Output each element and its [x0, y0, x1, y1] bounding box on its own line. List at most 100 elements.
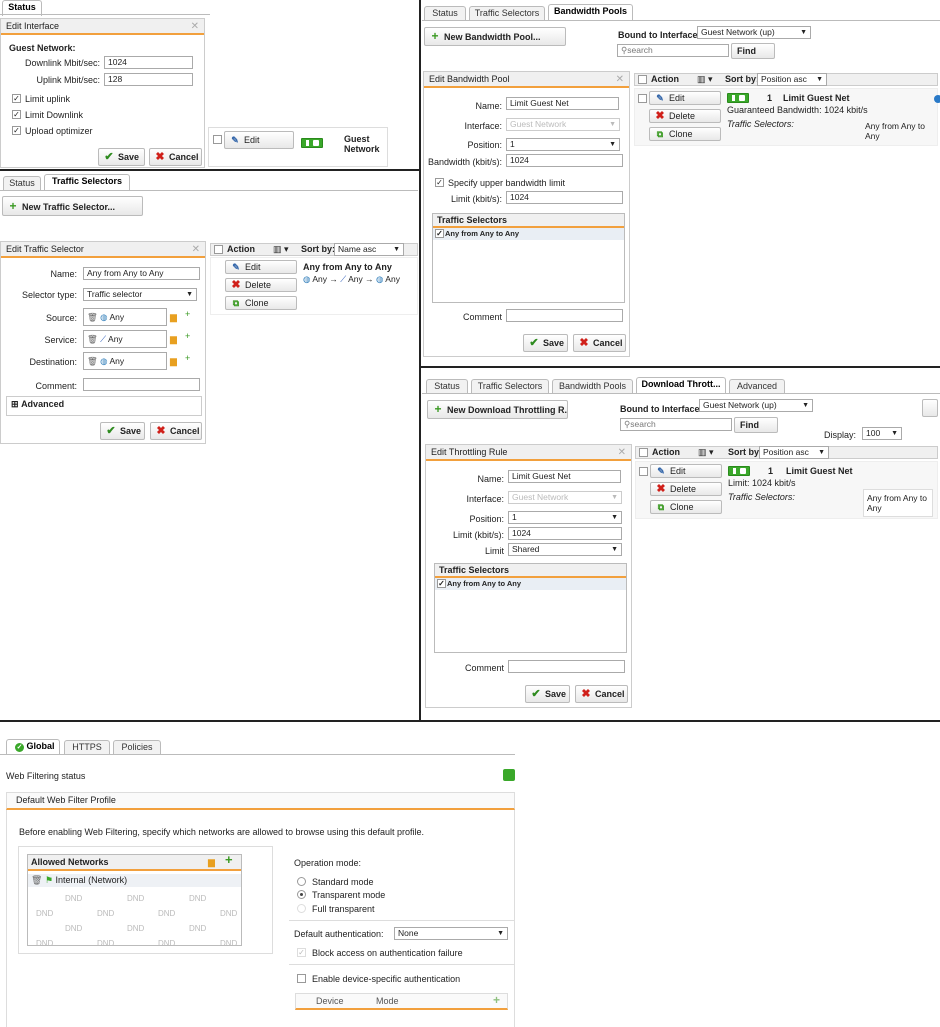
- enable-toggle[interactable]: [728, 466, 750, 476]
- sort-select[interactable]: Position asc ▼: [757, 73, 827, 86]
- more-button[interactable]: [922, 399, 938, 417]
- cancel-button[interactable]: ✖ Cancel: [575, 685, 628, 703]
- clone-button[interactable]: ⧉ Clone: [649, 127, 721, 141]
- add-icon[interactable]: +: [493, 993, 500, 1007]
- new-throttling-rule-button[interactable]: + New Download Throttling R...: [427, 400, 568, 419]
- edit-button[interactable]: ✎ Edit: [224, 131, 294, 149]
- clone-button[interactable]: ⧉ Clone: [650, 500, 722, 514]
- limit-mode-select[interactable]: Shared ▼: [508, 543, 622, 556]
- limit-downlink-checkbox[interactable]: ✓: [12, 110, 21, 119]
- list-item[interactable]: 🗑 ⚑ Internal (Network): [28, 874, 241, 887]
- columns-icon[interactable]: ▥ ▾: [698, 447, 714, 458]
- ts-checkbox[interactable]: ✓: [437, 579, 446, 588]
- limit-field[interactable]: 1024: [506, 191, 623, 204]
- advanced-section[interactable]: ⊞ Advanced: [6, 396, 202, 416]
- mode-transparent-radio[interactable]: [297, 890, 306, 899]
- ts-checkbox[interactable]: ✓: [435, 229, 444, 238]
- trash-icon[interactable]: 🗑: [87, 356, 98, 366]
- close-icon[interactable]: ✕: [191, 19, 199, 34]
- edit-button[interactable]: ✎ Edit: [650, 464, 722, 478]
- tab-traffic-selectors[interactable]: Traffic Selectors: [44, 174, 130, 190]
- list-item[interactable]: ✓ Any from Any to Any: [433, 228, 624, 240]
- save-button[interactable]: ✔ Save: [525, 685, 570, 703]
- cancel-button[interactable]: ✖ Cancel: [149, 148, 202, 166]
- device-auth-checkbox[interactable]: [297, 974, 306, 983]
- bandwidth-field[interactable]: 1024: [506, 154, 623, 167]
- columns-icon[interactable]: ▥ ▾: [273, 244, 289, 255]
- add-icon[interactable]: +: [185, 354, 190, 363]
- trash-icon[interactable]: 🗑: [87, 312, 98, 322]
- close-icon[interactable]: ✕: [616, 72, 624, 87]
- comment-field[interactable]: [508, 660, 625, 673]
- mode-standard-radio[interactable]: [297, 877, 306, 886]
- position-select[interactable]: 1 ▼: [508, 511, 622, 524]
- clone-button[interactable]: ⧉ Clone: [225, 296, 297, 310]
- tab-traffic-selectors[interactable]: Traffic Selectors: [471, 379, 549, 393]
- folder-icon[interactable]: ▆: [170, 335, 177, 344]
- trash-icon[interactable]: 🗑: [31, 875, 42, 885]
- new-bandwidth-pool-button[interactable]: + New Bandwidth Pool...: [424, 27, 566, 46]
- name-field[interactable]: Limit Guest Net: [506, 97, 619, 110]
- edit-button[interactable]: ✎ Edit: [649, 91, 721, 105]
- comment-field[interactable]: [83, 378, 200, 391]
- limit-uplink-checkbox[interactable]: ✓: [12, 94, 21, 103]
- enable-toggle[interactable]: [301, 138, 323, 148]
- tab-status[interactable]: Status: [424, 6, 466, 20]
- save-button[interactable]: ✔ Save: [100, 422, 145, 440]
- tab-download-throttling[interactable]: Download Thrott...: [636, 377, 726, 393]
- add-icon[interactable]: +: [185, 332, 190, 341]
- tab-status[interactable]: Status: [426, 379, 468, 393]
- upper-limit-checkbox[interactable]: ✓: [435, 178, 444, 187]
- downlink-field[interactable]: 1024: [104, 56, 193, 69]
- tab-policies[interactable]: Policies: [113, 740, 161, 754]
- columns-icon[interactable]: ▥ ▾: [697, 74, 713, 85]
- edit-button[interactable]: ✎ Edit: [225, 260, 297, 274]
- name-field[interactable]: Any from Any to Any: [83, 267, 200, 280]
- cancel-button[interactable]: ✖ Cancel: [150, 422, 202, 440]
- cancel-button[interactable]: ✖ Cancel: [573, 334, 626, 352]
- tab-bandwidth-pools[interactable]: Bandwidth Pools: [552, 379, 633, 393]
- tab-https[interactable]: HTTPS: [64, 740, 110, 754]
- name-field[interactable]: Limit Guest Net: [508, 470, 621, 483]
- comment-field[interactable]: [506, 309, 623, 322]
- upload-optimizer-checkbox[interactable]: ✓: [12, 126, 21, 135]
- folder-icon[interactable]: ▆: [170, 357, 177, 366]
- row-checkbox[interactable]: [639, 467, 648, 476]
- row-checkbox[interactable]: [213, 135, 222, 144]
- delete-button[interactable]: ✖ Delete: [225, 278, 297, 292]
- folder-icon[interactable]: ▆: [208, 858, 215, 867]
- mode-full-radio[interactable]: [297, 904, 306, 913]
- save-button[interactable]: ✔ Save: [523, 334, 568, 352]
- folder-icon[interactable]: ▆: [170, 313, 177, 322]
- tab-global[interactable]: ✓ Global: [6, 739, 60, 755]
- enable-toggle[interactable]: [727, 93, 749, 103]
- delete-button[interactable]: ✖ Delete: [649, 109, 721, 123]
- find-button[interactable]: Find: [734, 417, 778, 433]
- default-auth-select[interactable]: None ▼: [394, 927, 508, 940]
- destination-field[interactable]: 🗑 ◍ Any: [83, 352, 167, 370]
- list-item[interactable]: ✓ Any from Any to Any: [435, 578, 626, 590]
- tab-status[interactable]: Status: [3, 176, 41, 190]
- select-all-checkbox[interactable]: [638, 75, 647, 84]
- select-all-checkbox[interactable]: [214, 245, 223, 254]
- bound-select[interactable]: Guest Network (up) ▼: [697, 26, 811, 39]
- sort-select[interactable]: Position asc ▼: [759, 446, 829, 459]
- source-field[interactable]: 🗑 ◍ Any: [83, 308, 167, 326]
- sort-select[interactable]: Name asc ▼: [334, 243, 404, 256]
- position-select[interactable]: 1 ▼: [506, 138, 620, 151]
- search-input[interactable]: ⚲search: [620, 418, 732, 431]
- delete-button[interactable]: ✖ Delete: [650, 482, 722, 496]
- limit-field[interactable]: 1024: [508, 527, 622, 540]
- row-checkbox[interactable]: [638, 94, 647, 103]
- close-icon[interactable]: ✕: [618, 445, 626, 460]
- close-icon[interactable]: ✕: [192, 242, 200, 257]
- tab-advanced[interactable]: Advanced: [729, 379, 785, 393]
- tab-bandwidth-pools[interactable]: Bandwidth Pools: [548, 4, 633, 20]
- expand-icon[interactable]: ⊞: [11, 399, 19, 409]
- display-select[interactable]: 100 ▼: [862, 427, 902, 440]
- trash-icon[interactable]: 🗑: [87, 334, 98, 344]
- tab-traffic-selectors[interactable]: Traffic Selectors: [469, 6, 545, 20]
- add-icon[interactable]: +: [185, 310, 190, 319]
- bound-select[interactable]: Guest Network (up) ▼: [699, 399, 813, 412]
- scroll-indicator[interactable]: [934, 95, 940, 103]
